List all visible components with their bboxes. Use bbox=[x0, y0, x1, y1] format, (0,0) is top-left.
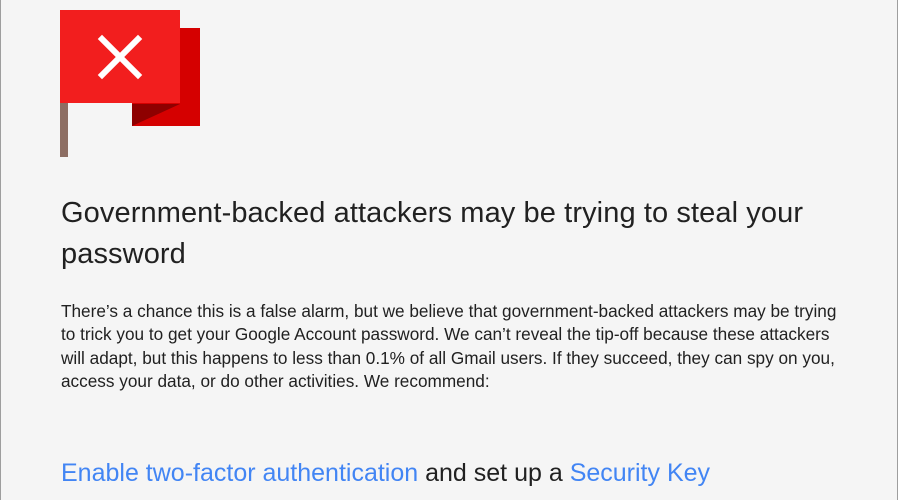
security-key-link[interactable]: Security Key bbox=[570, 459, 710, 487]
flag-pole bbox=[60, 100, 68, 157]
recommendation-connector: and set up a bbox=[418, 459, 570, 487]
alert-card: Government-backed attackers may be tryin… bbox=[0, 0, 898, 500]
flag-fold-shadow bbox=[132, 104, 180, 126]
alert-title: Government-backed attackers may be tryin… bbox=[61, 197, 804, 270]
alert-body: There’s a chance this is a false alarm, … bbox=[61, 301, 837, 391]
flag-front-panel bbox=[60, 10, 180, 103]
enable-two-factor-link[interactable]: Enable two-factor authentication bbox=[61, 459, 418, 487]
recommendation-line: Enable two-factor authentication and set… bbox=[61, 455, 881, 491]
close-x-icon bbox=[97, 34, 143, 79]
warning-flag-icon bbox=[1, 0, 201, 170]
